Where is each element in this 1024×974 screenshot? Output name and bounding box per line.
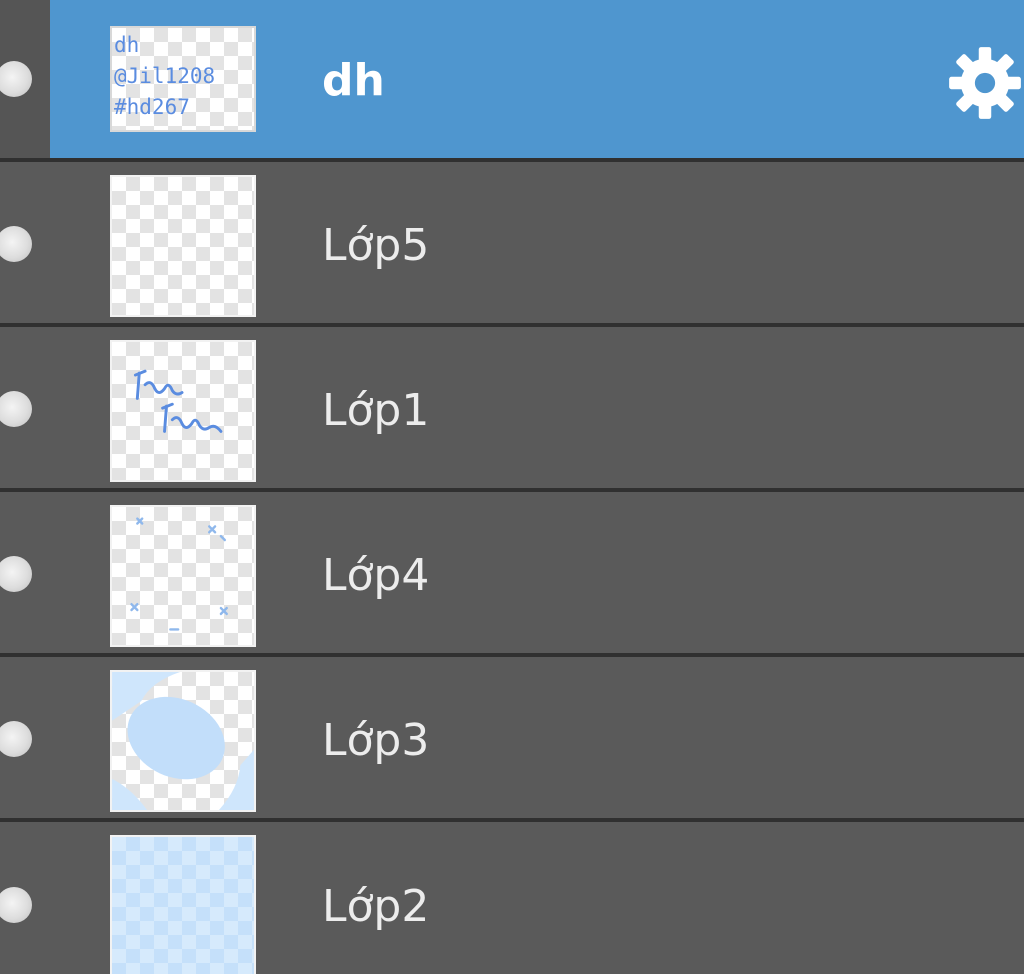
row-divider <box>0 653 1024 657</box>
layer-row-lop2[interactable]: Lớp2 <box>0 825 1024 974</box>
row-divider <box>0 323 1024 327</box>
visibility-icon[interactable] <box>0 226 32 262</box>
visibility-icon[interactable] <box>0 887 32 923</box>
visibility-column <box>0 330 50 492</box>
visibility-column <box>0 660 50 822</box>
layer-row-lop1[interactable]: Lớp1 <box>0 330 1024 492</box>
row-divider <box>0 818 1024 822</box>
thumbnail-text: dh @Jil1208 #hd267 <box>114 33 216 119</box>
visibility-column <box>0 825 50 974</box>
visibility-icon[interactable] <box>0 721 32 757</box>
visibility-icon[interactable] <box>0 61 32 97</box>
handwriting-mark <box>133 369 223 433</box>
layer-thumbnail-lop5[interactable] <box>110 175 256 317</box>
layer-name-lop1[interactable]: Lớp1 <box>322 330 429 492</box>
layer-thumbnail-lop1[interactable] <box>110 340 256 482</box>
blue-blob <box>112 672 254 810</box>
row-divider <box>0 488 1024 492</box>
visibility-column <box>0 165 50 327</box>
layer-row-lop5[interactable]: Lớp5 <box>0 165 1024 327</box>
layer-thumbnail-lop3[interactable] <box>110 670 256 812</box>
layers-panel: dh @Jil1208 #hd267 dh Lớp5 Lớp1 Lớp4 Lớp… <box>0 0 1024 974</box>
layer-name-lop2[interactable]: Lớp2 <box>322 825 429 974</box>
corner-marks <box>130 517 228 631</box>
row-divider <box>0 158 1024 162</box>
layer-name-lop4[interactable]: Lớp4 <box>322 495 429 657</box>
visibility-column <box>0 0 50 162</box>
gear-icon[interactable] <box>946 44 1024 122</box>
layer-name-dh[interactable]: dh <box>322 0 385 162</box>
layer-thumbnail-lop4[interactable] <box>110 505 256 647</box>
visibility-column <box>0 495 50 657</box>
layer-thumbnail-lop2[interactable] <box>110 835 256 974</box>
layer-thumbnail-dh[interactable]: dh @Jil1208 #hd267 <box>110 26 256 132</box>
layer-name-lop3[interactable]: Lớp3 <box>322 660 429 822</box>
visibility-icon[interactable] <box>0 556 32 592</box>
visibility-icon[interactable] <box>0 391 32 427</box>
layer-row-dh[interactable]: dh @Jil1208 #hd267 dh <box>0 0 1024 162</box>
layer-row-lop4[interactable]: Lớp4 <box>0 495 1024 657</box>
layer-row-lop3[interactable]: Lớp3 <box>0 660 1024 822</box>
layer-name-lop5[interactable]: Lớp5 <box>322 165 429 327</box>
